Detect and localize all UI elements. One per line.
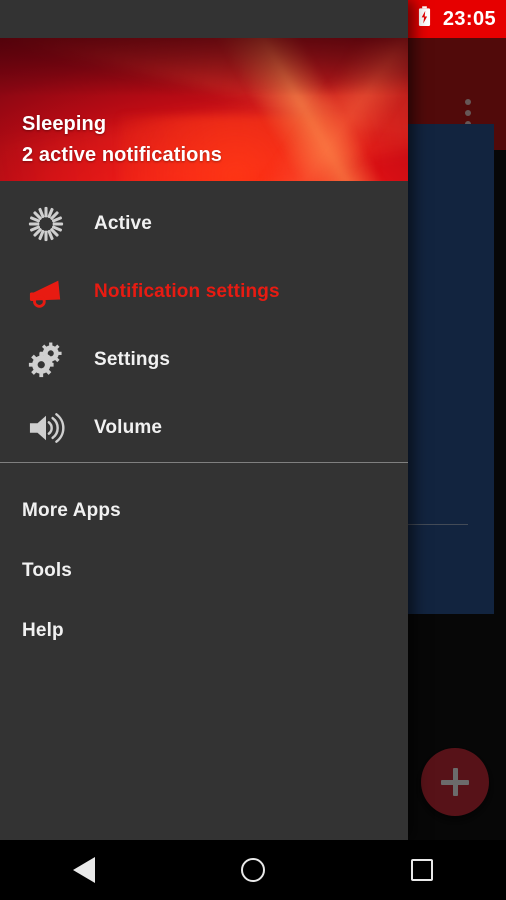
- drawer-item-label: Help: [22, 620, 64, 641]
- drawer-item-label: Tools: [22, 560, 73, 581]
- drawer-divider: [0, 462, 408, 463]
- drawer-header-texts: Sleeping 2 active notifications: [22, 113, 222, 167]
- drawer-item-settings[interactable]: Settings: [0, 326, 408, 394]
- drawer-secondary-menu: More Apps Tools Help: [0, 463, 408, 661]
- sleep-status-label: Sleeping: [22, 113, 107, 135]
- drawer-item-tools[interactable]: Tools: [0, 541, 408, 601]
- back-button[interactable]: [0, 857, 169, 883]
- header-shade: [0, 38, 408, 96]
- navigation-drawer: Sleeping 2 active notifications Active N…: [0, 0, 408, 840]
- sunburst-icon: [18, 205, 74, 243]
- system-navigation-bar: [0, 840, 506, 900]
- speaker-icon: [18, 411, 74, 445]
- home-button[interactable]: [169, 858, 338, 882]
- home-circle-icon: [241, 858, 265, 882]
- drawer-primary-menu: Active Notification settings Settings Vo…: [0, 181, 408, 462]
- drawer-item-label: Notification settings: [94, 281, 280, 302]
- back-triangle-icon: [73, 857, 96, 883]
- active-notifications-label: 2 active notifications: [22, 144, 223, 166]
- recents-button[interactable]: [337, 859, 506, 881]
- drawer-item-label: Volume: [94, 417, 163, 438]
- megaphone-icon: [18, 275, 74, 309]
- recents-square-icon: [410, 859, 433, 881]
- gears-icon: [18, 341, 74, 379]
- drawer-item-label: Active: [94, 213, 152, 234]
- drawer-item-notification-settings[interactable]: Notification settings: [0, 258, 408, 326]
- drawer-header: Sleeping 2 active notifications: [0, 38, 408, 181]
- drawer-item-label: More Apps: [22, 500, 121, 521]
- drawer-item-help[interactable]: Help: [0, 601, 408, 661]
- drawer-item-active[interactable]: Active: [0, 190, 408, 258]
- battery-charging-icon: [418, 6, 431, 32]
- status-bar-clock: 23:05: [442, 7, 496, 30]
- drawer-item-volume[interactable]: Volume: [0, 394, 408, 462]
- drawer-item-label: Settings: [94, 349, 171, 370]
- drawer-item-more-apps[interactable]: More Apps: [0, 481, 408, 541]
